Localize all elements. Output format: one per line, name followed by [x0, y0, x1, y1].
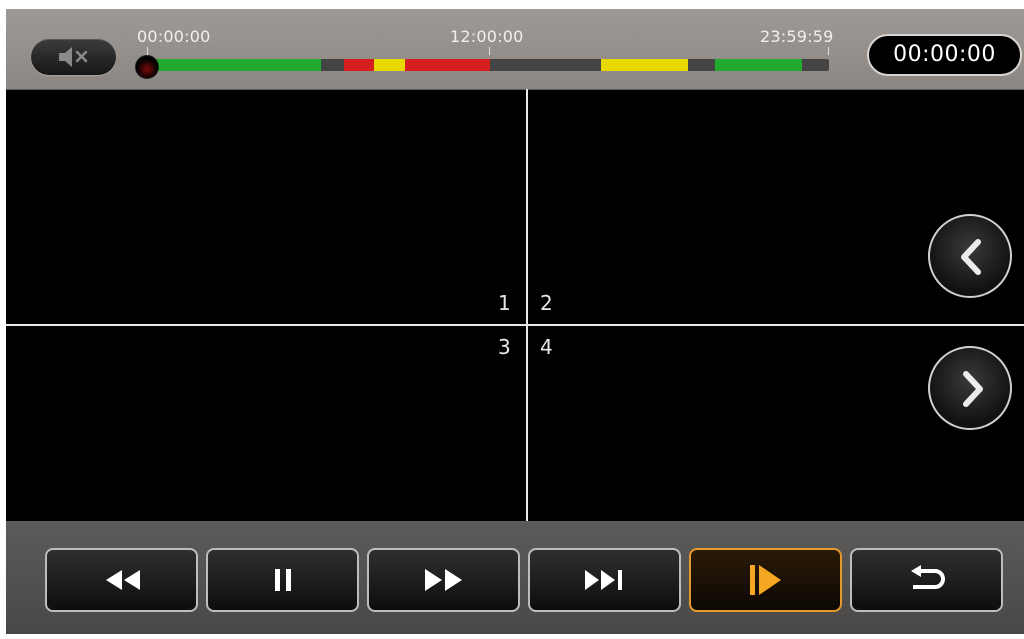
previous-page-button[interactable]: [928, 214, 1012, 298]
timeline-end-tick: [828, 47, 829, 55]
fast-forward-icon: [424, 569, 462, 591]
timeline-segment-alarm: [344, 59, 374, 71]
playback-window: 00:00:00 12:00:00 23:59:59 00:00:00 1 2 …: [6, 9, 1024, 634]
timeline-start-tick: [147, 47, 148, 55]
timeline-end-label: 23:59:59: [760, 27, 834, 46]
timeline-start-label: 00:00:00: [137, 27, 211, 46]
timeline-track[interactable]: [146, 59, 829, 71]
rewind-button[interactable]: [45, 548, 198, 612]
play-icon: [749, 565, 781, 595]
chevron-left-icon: [961, 239, 981, 275]
chevron-right-icon: [963, 371, 983, 407]
return-icon: [910, 565, 945, 589]
play-button[interactable]: [689, 548, 842, 612]
channel-label-3: 3: [498, 335, 511, 359]
timeline-scrubber-handle[interactable]: [135, 55, 159, 79]
speaker-muted-icon: [59, 47, 88, 67]
playback-controls: [6, 521, 1024, 634]
timeline-segment-normal: [715, 59, 802, 71]
grid-divider-horizontal: [6, 324, 1024, 326]
mute-button[interactable]: [31, 39, 116, 75]
fast-forward-button[interactable]: [367, 548, 520, 612]
rewind-icon: [105, 570, 140, 590]
next-page-button[interactable]: [928, 346, 1012, 430]
channel-label-1: 1: [498, 291, 511, 315]
channel-label-4: 4: [540, 335, 553, 359]
channel-label-2: 2: [540, 291, 553, 315]
timeline-bar: 00:00:00 12:00:00 23:59:59 00:00:00: [6, 9, 1024, 90]
pause-icon: [274, 569, 291, 591]
back-button[interactable]: [850, 548, 1003, 612]
step-forward-icon: [584, 570, 622, 590]
timeline-mid-tick: [489, 47, 490, 55]
current-time-display: 00:00:00: [867, 34, 1022, 76]
timeline-segment-motion: [601, 59, 688, 71]
step-forward-button[interactable]: [528, 548, 681, 612]
timeline-segment-alarm: [405, 59, 490, 71]
pause-button[interactable]: [206, 548, 359, 612]
timeline-segment-normal: [146, 59, 321, 71]
timeline-mid-label: 12:00:00: [450, 27, 524, 46]
grid-divider-vertical: [526, 89, 528, 521]
timeline-segment-motion: [374, 59, 405, 71]
